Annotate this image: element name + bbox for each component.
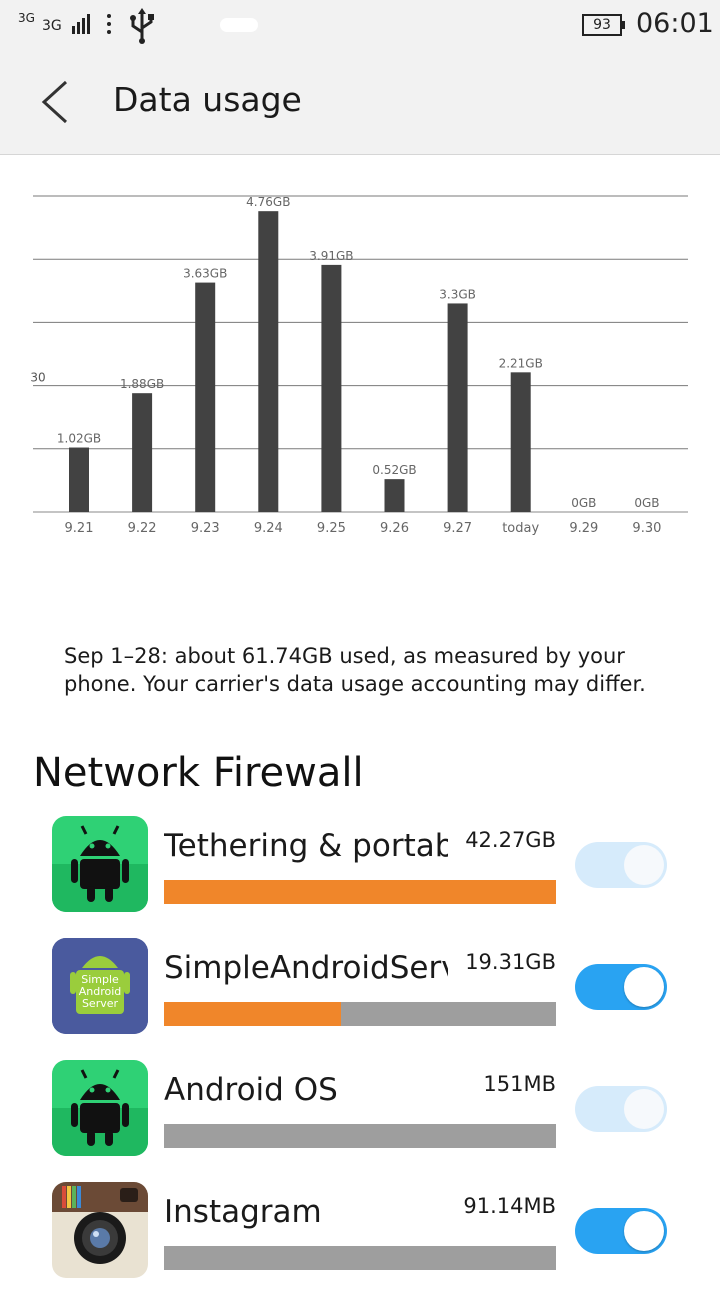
status-bar: 3G 3G 93 06:01 bbox=[0, 0, 720, 50]
bar-value-label: 1.02GB bbox=[57, 432, 101, 446]
app-name: Instagram bbox=[164, 1194, 322, 1230]
android-icon bbox=[52, 816, 148, 912]
chart-bar bbox=[447, 303, 468, 512]
x-tick-label: today bbox=[502, 521, 539, 536]
usage-bar bbox=[164, 1246, 556, 1270]
network-type-label: 3G bbox=[42, 18, 62, 34]
firewall-toggle[interactable] bbox=[575, 1208, 667, 1254]
app-size: 151MB bbox=[483, 1072, 556, 1096]
bar-value-label: 1.88GB bbox=[120, 377, 164, 391]
x-tick-label: 9.29 bbox=[569, 521, 598, 536]
x-tick-label: 9.27 bbox=[443, 521, 472, 536]
chart-bar bbox=[321, 264, 342, 512]
x-tick-label: 9.24 bbox=[254, 521, 283, 536]
bar-value-label: 0GB bbox=[571, 496, 596, 510]
chart-bar bbox=[195, 282, 216, 512]
chart-bar bbox=[132, 393, 153, 512]
firewall-toggle[interactable] bbox=[575, 842, 667, 888]
chart-bar bbox=[258, 211, 279, 512]
app-size: 42.27GB bbox=[465, 828, 556, 852]
chart-bar bbox=[69, 447, 89, 512]
simple-android-server-icon: Simple Android Server bbox=[52, 938, 148, 1034]
app-name: SimpleAndroidServer bbox=[164, 950, 448, 986]
usage-bar-fill bbox=[164, 1002, 341, 1026]
network-top-label: 3G bbox=[18, 11, 35, 25]
usage-bar-fill bbox=[164, 880, 556, 904]
chart-bar bbox=[510, 372, 531, 512]
chart-bar bbox=[384, 479, 405, 512]
usage-bar bbox=[164, 1002, 556, 1026]
app-name: Android OS bbox=[164, 1072, 338, 1108]
y-edge-label: 30 bbox=[30, 371, 45, 385]
bar-value-label: 2.21GB bbox=[499, 356, 543, 370]
app-name: Tethering & portable hotspot bbox=[164, 828, 448, 864]
firewall-toggle[interactable] bbox=[575, 964, 667, 1010]
x-tick-label: 9.25 bbox=[317, 521, 346, 536]
bar-value-label: 3.91GB bbox=[309, 249, 353, 263]
bar-value-label: 0.52GB bbox=[372, 463, 416, 477]
app-row-android-os[interactable]: Android OS 151MB bbox=[0, 1060, 720, 1182]
app-row-tethering[interactable]: Tethering & portable hotspot 42.27GB bbox=[0, 816, 720, 938]
usage-summary: Sep 1–28: about 61.74GB used, as measure… bbox=[64, 644, 646, 696]
app-row-instagram[interactable]: Instagram 91.14MB bbox=[0, 1182, 720, 1304]
section-title: Network Firewall bbox=[33, 750, 364, 796]
firewall-toggle[interactable] bbox=[575, 1086, 667, 1132]
instagram-icon bbox=[52, 1182, 148, 1278]
app-size: 91.14MB bbox=[463, 1194, 556, 1218]
bar-value-label: 4.76GB bbox=[246, 195, 290, 209]
chart-svg: 30 1.02GB 9.21 1.88GB 9.22 3.63GB 9.23 4.76GB 9.… bbox=[30, 195, 688, 536]
bar-value-label: 0GB bbox=[634, 496, 659, 510]
back-arrow-icon[interactable] bbox=[30, 76, 80, 128]
app-size: 19.31GB bbox=[465, 950, 556, 974]
x-tick-label: 9.30 bbox=[632, 521, 661, 536]
bar-value-label: 3.3GB bbox=[439, 287, 476, 301]
notification-pill bbox=[220, 18, 258, 32]
icon-text: Server bbox=[81, 997, 119, 1010]
usage-bar bbox=[164, 1124, 556, 1148]
usage-bar bbox=[164, 880, 556, 904]
battery-icon: 93 bbox=[582, 14, 625, 36]
usb-icon bbox=[130, 8, 154, 44]
clock: 06:01 bbox=[636, 8, 714, 39]
bar-value-label: 3.63GB bbox=[183, 267, 227, 281]
android-icon bbox=[52, 1060, 148, 1156]
x-tick-label: 9.23 bbox=[191, 521, 220, 536]
x-tick-label: 9.26 bbox=[380, 521, 409, 536]
x-tick-label: 9.21 bbox=[65, 521, 94, 536]
x-tick-label: 9.22 bbox=[128, 521, 157, 536]
app-header: Data usage bbox=[0, 50, 720, 155]
app-row-simpleandroidserver[interactable]: Simple Android Server SimpleAndroidServe… bbox=[0, 938, 720, 1060]
data-usage-chart: 30 1.02GB 9.21 1.88GB 9.22 3.63GB 9.23 4.76GB 9.… bbox=[0, 170, 720, 550]
more-dots-icon bbox=[106, 14, 112, 36]
signal-icon bbox=[72, 14, 94, 34]
page-title: Data usage bbox=[113, 80, 302, 119]
